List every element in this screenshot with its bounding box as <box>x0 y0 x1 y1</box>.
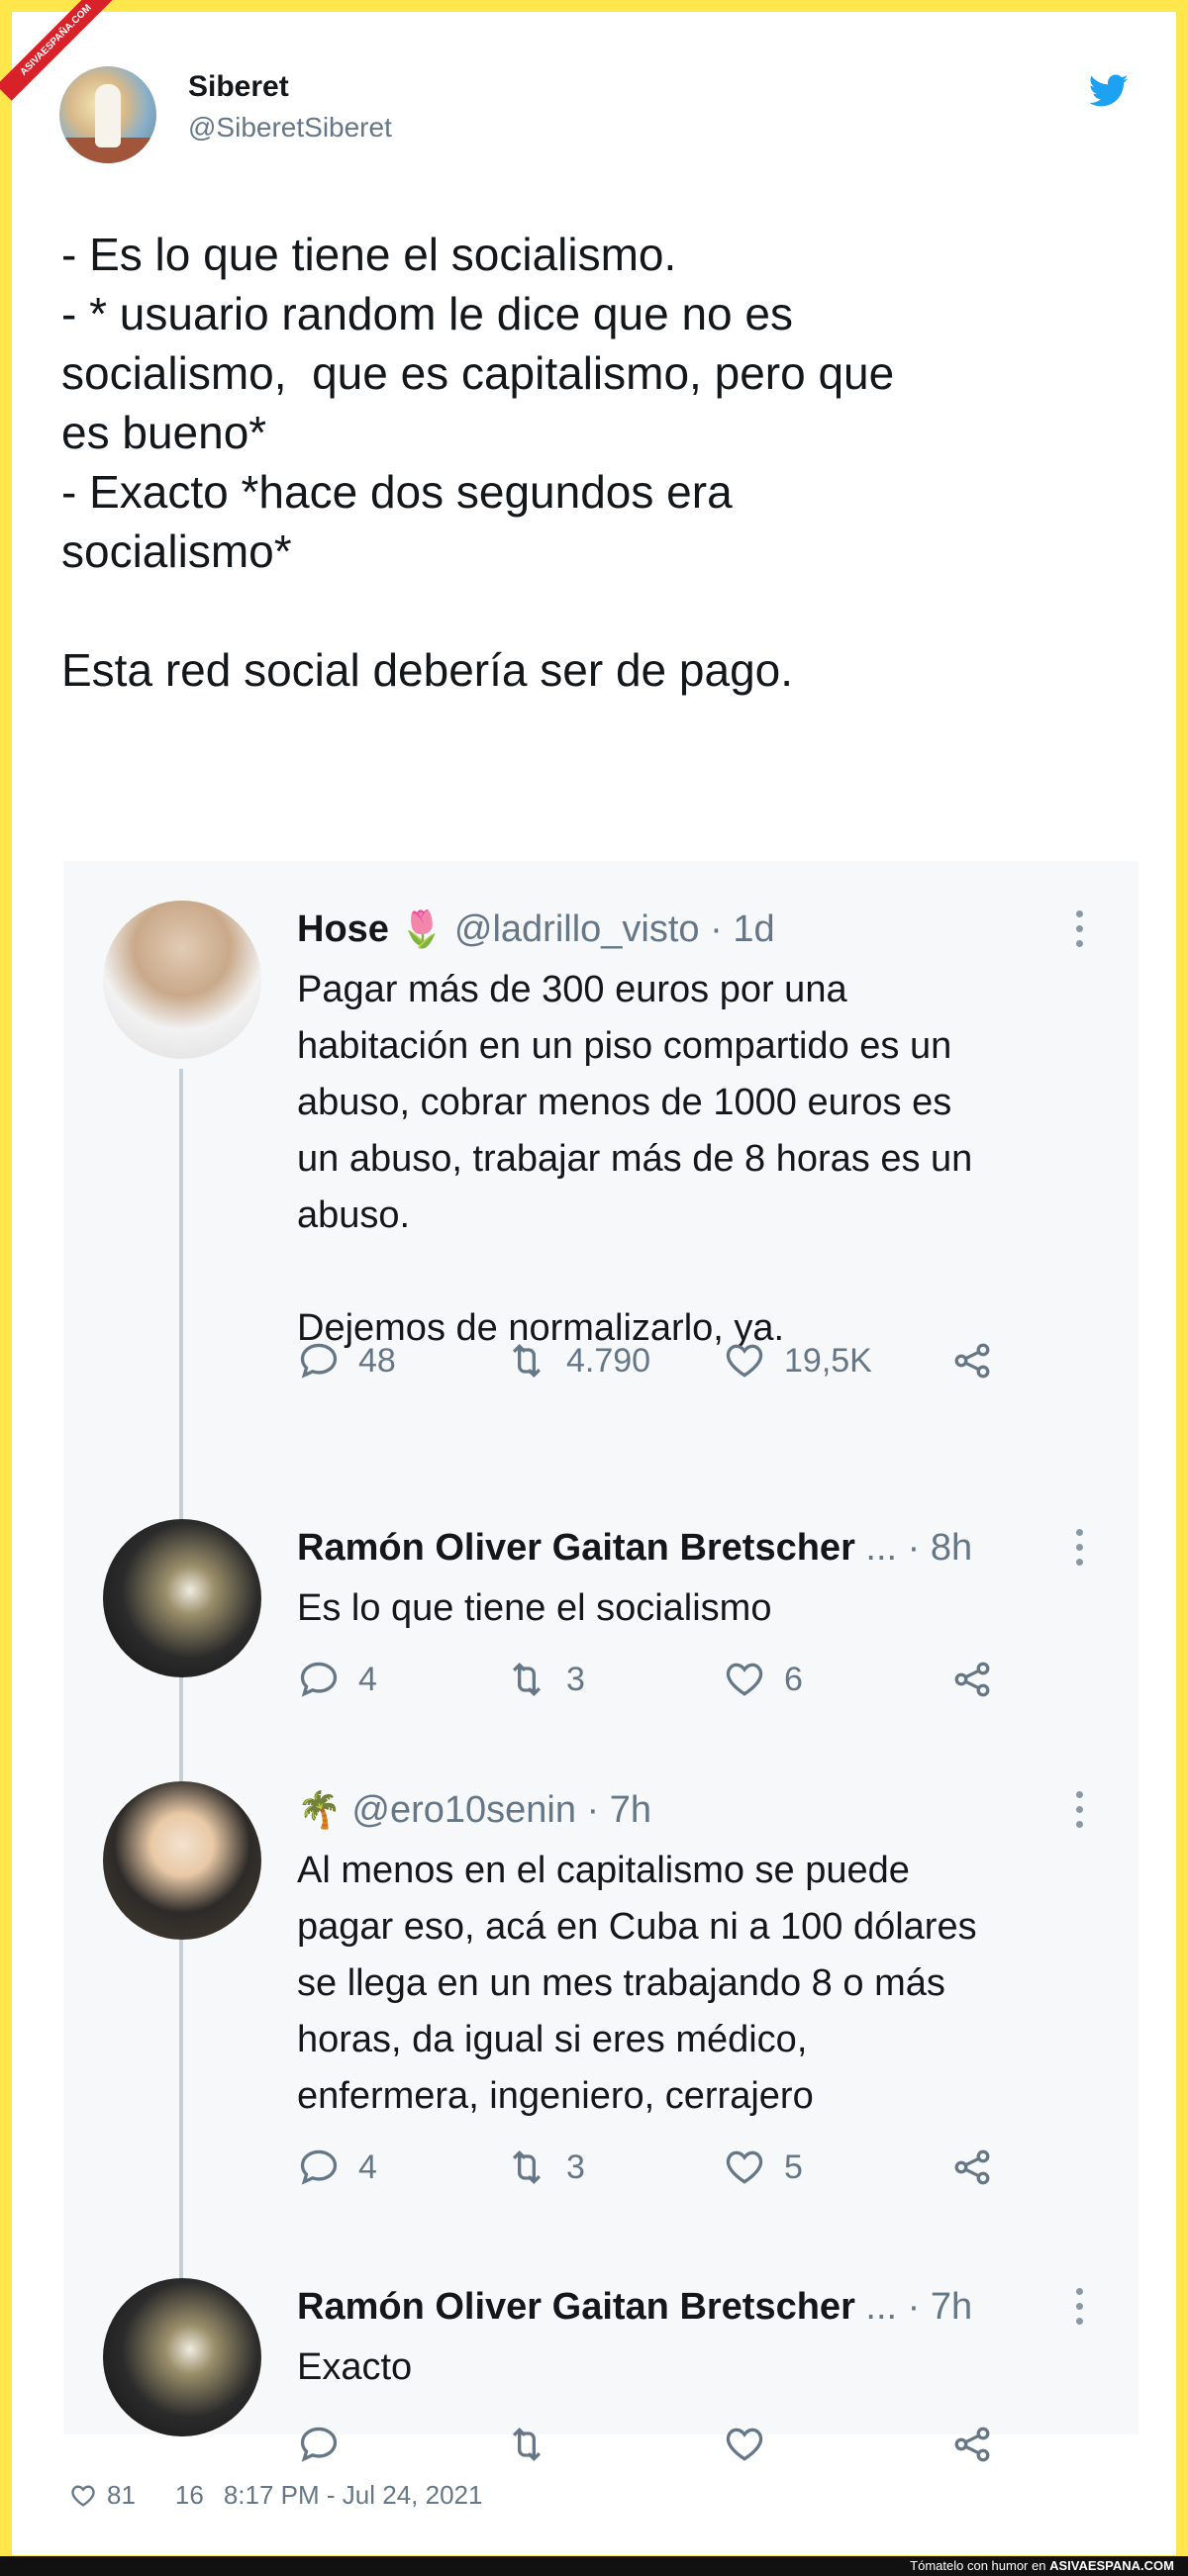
tweet-line: es bueno* <box>61 407 267 458</box>
reply-button[interactable]: 4 <box>297 2143 377 2192</box>
tweet-line: socialismo, que es capitalismo, pero que <box>61 347 895 399</box>
reply-icon <box>300 2149 338 2185</box>
like-button[interactable]: 19,5K <box>723 1336 872 1385</box>
retweet-button[interactable]: 3 <box>505 1655 585 1704</box>
screenshot-card: ASIVAESPAÑA.COM Siberet @SiberetSiberet … <box>0 0 1176 2555</box>
author-handle[interactable]: @SiberetSiberet <box>188 112 392 143</box>
retweet-icon <box>512 1343 542 1379</box>
author-avatar[interactable] <box>59 66 156 163</box>
avatar[interactable] <box>103 1519 261 1677</box>
tweet-line: socialismo* <box>61 525 292 577</box>
share-button[interactable] <box>950 2143 994 2192</box>
more-options-icon[interactable] <box>1073 2288 1085 2332</box>
retweet-icon <box>512 1662 542 1697</box>
reply-actions: 4 3 5 <box>297 2143 1049 2192</box>
reply-text: Al menos en el capitalismo se puede paga… <box>297 1850 977 2117</box>
retweet-button[interactable]: 4.790 <box>505 1336 650 1385</box>
reply-header: 🌴 @ero10senin · 7h <box>297 1789 651 1832</box>
like-count: 6 <box>784 1660 803 1698</box>
retweet-icon <box>512 2149 542 2185</box>
reply-author-name[interactable]: Hose <box>297 908 389 950</box>
thread-reply: Ramón Oliver Gaitan Bretscher ... · 7h E… <box>63 2278 1138 2462</box>
retweet-icon <box>512 2427 542 2462</box>
like-button[interactable]: 5 <box>723 2143 803 2192</box>
watermark-prefix: Tómatelo con humor en <box>910 2558 1046 2573</box>
reply-actions: 48 4.790 19,5K <box>297 1336 1049 1385</box>
reply-header: Ramón Oliver Gaitan Bretscher ... · 7h <box>297 2286 972 2329</box>
palm-tree-emoji: 🌴 <box>297 1789 342 1830</box>
reply-header: Hose 🌷 @ladrillo_visto · 1d <box>297 908 775 951</box>
retweet-count: 3 <box>566 2147 585 2186</box>
heart-icon[interactable] <box>69 2482 97 2510</box>
share-button[interactable] <box>950 1655 994 1704</box>
reply-meta: @ladrillo_visto · 1d <box>453 908 775 950</box>
reply-count: 4 <box>358 1660 377 1698</box>
avatar[interactable] <box>103 1781 261 1940</box>
embedded-thread-image: Hose 🌷 @ladrillo_visto · 1d Pagar más de… <box>63 861 1138 2462</box>
like-count: 5 <box>784 2147 803 2186</box>
like-count: 19,5K <box>784 1341 872 1380</box>
reply-meta: ... · 8h <box>865 1527 973 1569</box>
reply-author-name[interactable]: Ramón Oliver Gaitan Bretscher <box>297 1527 855 1569</box>
avatar[interactable] <box>103 2278 261 2436</box>
author-name[interactable]: Siberet <box>188 70 289 104</box>
thread-reply: Ramón Oliver Gaitan Bretscher ... · 8h E… <box>63 1519 1138 1737</box>
reply-author-name[interactable]: Ramón Oliver Gaitan Bretscher <box>297 2286 855 2328</box>
retweet-button[interactable]: 3 <box>505 2143 585 2192</box>
like-count: 81 <box>107 2480 136 2510</box>
heart-icon <box>726 1344 763 1378</box>
heart-icon <box>726 1663 763 1696</box>
tweet-line: - Es lo que tiene el socialismo. <box>61 229 677 280</box>
reply-icon <box>300 1662 338 1697</box>
more-options-icon[interactable] <box>1073 1791 1085 1835</box>
like-button[interactable] <box>723 2420 766 2469</box>
tulip-emoji: 🌷 <box>399 908 445 949</box>
tweet-timestamp[interactable]: 8:17 PM - Jul 24, 2021 <box>224 2480 483 2511</box>
reply-text: Pagar más de 300 euros por una habitació… <box>297 969 973 1349</box>
reply-button[interactable]: 4 <box>297 1655 377 1704</box>
reply-text: Exacto <box>297 2346 413 2388</box>
more-options-icon[interactable] <box>1073 1529 1085 1573</box>
tweet-header: Siberet @SiberetSiberet <box>59 66 1148 175</box>
heart-icon <box>726 2428 763 2461</box>
reply-actions <box>297 2420 1049 2469</box>
reply-header: Ramón Oliver Gaitan Bretscher ... · 8h <box>297 1527 972 1570</box>
thread-reply: Hose 🌷 @ladrillo_visto · 1d Pagar más de… <box>63 901 1138 1380</box>
more-options-icon[interactable] <box>1073 910 1085 954</box>
reply-meta: ... · 7h <box>865 2286 973 2328</box>
share-icon <box>954 1343 990 1379</box>
tweet-footer: 81 16 8:17 PM - Jul 24, 2021 <box>69 2480 482 2511</box>
heart-icon <box>726 2150 763 2184</box>
retweet-count: 16 <box>174 2480 204 2510</box>
retweet-button[interactable] <box>505 2420 548 2469</box>
share-button[interactable] <box>950 1336 994 1385</box>
thread-reply: 🌴 @ero10senin · 7h Al menos en el capita… <box>63 1781 1138 2186</box>
watermark-site[interactable]: ASIVAESPANA.COM <box>1049 2558 1174 2573</box>
reply-actions: 4 3 6 <box>297 1655 1049 1704</box>
reply-button[interactable] <box>297 2420 341 2469</box>
reply-icon <box>300 1343 338 1379</box>
share-button[interactable] <box>950 2420 994 2469</box>
avatar[interactable] <box>103 901 261 1059</box>
retweet-count: 4.790 <box>566 1341 651 1380</box>
like-button[interactable]: 6 <box>723 1655 803 1704</box>
reply-meta: @ero10senin · 7h <box>351 1789 652 1831</box>
retweet-count: 3 <box>566 1660 585 1698</box>
tweet-text: - Es lo que tiene el socialismo. - * usu… <box>61 225 1150 700</box>
share-icon <box>954 2427 990 2462</box>
tweet-line: - Exacto *hace dos segundos era <box>61 466 733 518</box>
reply-button[interactable]: 48 <box>297 1336 396 1385</box>
tweet-closing-line: Esta red social debería ser de pago. <box>61 644 794 696</box>
tweet-line: - * usuario random le dice que no es <box>61 288 793 339</box>
reply-text: Es lo que tiene el socialismo <box>297 1587 772 1629</box>
twitter-bird-icon[interactable] <box>1089 74 1129 108</box>
watermark-footer: Tómatelo con humor en ASIVAESPANA.COM <box>0 2556 1188 2576</box>
share-icon <box>954 1662 990 1697</box>
share-icon <box>954 2149 990 2185</box>
reply-icon <box>300 2427 338 2462</box>
reply-count: 48 <box>358 1341 396 1380</box>
reply-count: 4 <box>358 2147 377 2186</box>
